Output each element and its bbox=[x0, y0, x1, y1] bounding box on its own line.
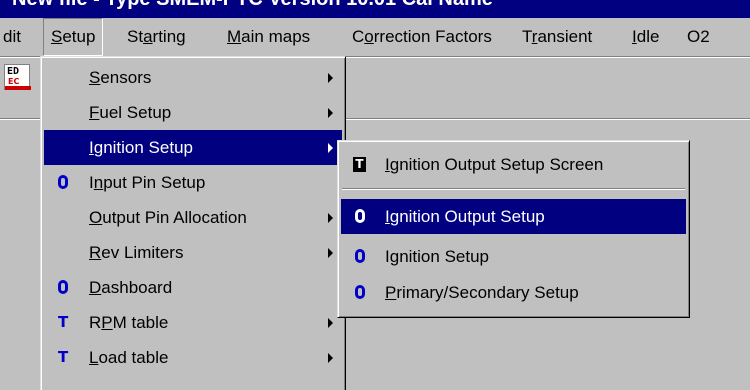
menu-item-load-table[interactable]: T Load table bbox=[44, 340, 342, 375]
menu-item-ignition-setup-sub[interactable]: Ignition Setup bbox=[341, 239, 686, 274]
menu-item-sensors[interactable]: Sensors bbox=[44, 60, 342, 95]
menu-item-dashboard[interactable]: Dashboard bbox=[44, 270, 342, 305]
menu-item-ignition-output-setup-screen[interactable]: T Ignition Output Setup Screen bbox=[341, 147, 686, 182]
menu-item-label: Input Pin Setup bbox=[89, 173, 206, 192]
menu-item-label: Dashboard bbox=[89, 278, 173, 297]
menu-item-label: Load table bbox=[89, 348, 169, 367]
menu-item-label: Fuel Setup bbox=[89, 103, 172, 122]
menu-idle[interactable]: Idle bbox=[625, 18, 666, 56]
menu-item-label: Rev Limiters bbox=[89, 243, 184, 262]
menu-transient[interactable]: Transient bbox=[515, 18, 599, 56]
menu-item-label: Ignition Output Setup bbox=[385, 207, 545, 226]
submenu-arrow-icon bbox=[328, 353, 333, 363]
menu-o2[interactable]: O2 bbox=[680, 18, 717, 56]
menu-correction-factors[interactable]: Correction Factors bbox=[345, 18, 499, 56]
menu-item-label: RPM table bbox=[89, 313, 169, 332]
submenu-arrow-icon bbox=[328, 73, 333, 83]
menu-item-primary-secondary-setup[interactable]: Primary/Secondary Setup bbox=[341, 275, 686, 310]
window-title-bar: New file - Type SMEM-PTC Version 10.01 C… bbox=[0, 0, 750, 18]
menu-bar: dit Setup Starting Main maps Correction … bbox=[0, 18, 750, 56]
menu-item-fuel-setup[interactable]: Fuel Setup bbox=[44, 95, 342, 130]
screen-icon: T bbox=[353, 157, 366, 172]
menu-item-output-pin-allocation[interactable]: Output Pin Allocation bbox=[44, 200, 342, 235]
menu-edit[interactable]: dit bbox=[0, 18, 28, 56]
table-icon: T bbox=[58, 348, 69, 366]
menu-setup[interactable]: Setup bbox=[43, 18, 104, 56]
submenu-arrow-icon bbox=[328, 318, 333, 328]
form-icon bbox=[58, 280, 68, 294]
menu-item-label: Output Pin Allocation bbox=[89, 208, 247, 227]
submenu-arrow-icon bbox=[328, 248, 333, 258]
menu-separator bbox=[342, 188, 685, 190]
form-icon bbox=[58, 175, 68, 189]
menu-item-ignition-setup[interactable]: Ignition Setup bbox=[44, 130, 342, 165]
menu-item-label: Ignition Setup bbox=[385, 247, 489, 266]
table-icon: T bbox=[58, 313, 69, 331]
form-icon bbox=[355, 209, 365, 223]
menu-item-label: Sensors bbox=[89, 68, 152, 87]
setup-menu: Sensors Fuel Setup Ignition Setup Input … bbox=[40, 56, 346, 390]
menu-item-label: Ignition Setup bbox=[89, 138, 193, 157]
menu-starting[interactable]: Starting bbox=[120, 18, 193, 56]
form-icon bbox=[355, 249, 365, 263]
submenu-arrow-icon bbox=[328, 108, 333, 118]
window-title: New file - Type SMEM-PTC Version 10.01 C… bbox=[12, 0, 493, 11]
submenu-arrow-icon bbox=[328, 213, 333, 223]
menu-item-input-pin-setup[interactable]: Input Pin Setup bbox=[44, 165, 342, 200]
ignition-submenu: T Ignition Output Setup Screen Ignition … bbox=[337, 140, 690, 318]
menu-main-maps[interactable]: Main maps bbox=[220, 18, 317, 56]
menu-item-label: Primary/Secondary Setup bbox=[385, 283, 579, 302]
submenu-arrow-icon bbox=[328, 143, 333, 153]
menu-item-rev-limiters[interactable]: Rev Limiters bbox=[44, 235, 342, 270]
form-icon bbox=[355, 285, 365, 299]
menu-item-rpm-table[interactable]: T RPM table bbox=[44, 305, 342, 340]
edit-calibration-icon[interactable]: ED EC bbox=[4, 64, 31, 90]
menu-item-ignition-output-setup[interactable]: Ignition Output Setup bbox=[341, 199, 686, 234]
menu-item-label: Ignition Output Setup Screen bbox=[385, 155, 604, 174]
